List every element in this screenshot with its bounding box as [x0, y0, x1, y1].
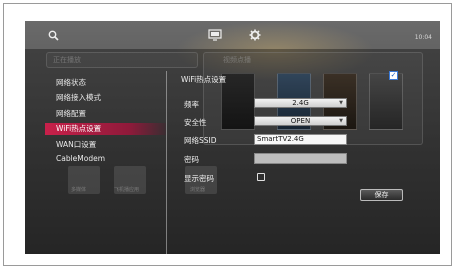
wifi-hotspot-title: WiFi热点设置 [181, 75, 227, 84]
menu-item-access-mode[interactable]: 网络接入模式 [56, 92, 101, 103]
menu-item-wifi-hotspot[interactable]: WiFi热点设置 [45, 123, 166, 135]
menu-item-network-config[interactable]: 网络配置 [56, 108, 86, 119]
screenshot-frame: 10:04 正在播放 视频点播 多媒体 飞机播应用 浏览器 网络状态 网络接入模… [3, 3, 452, 266]
save-button[interactable]: 保存 [360, 189, 403, 201]
menu-item-network-status[interactable]: 网络状态 [56, 77, 86, 88]
display-icon[interactable] [208, 29, 222, 43]
clock-time: 10:04 [414, 34, 432, 41]
password-input[interactable] [254, 153, 347, 164]
frequency-label: 频率 [184, 100, 199, 109]
frequency-select[interactable]: 2.4G ▼ [254, 98, 347, 108]
frequency-value: 2.4G [292, 99, 309, 107]
network-settings-menu: 网络状态 网络接入模式 网络配置 WiFi热点设置 WAN口设置 CableMo… [45, 73, 166, 254]
ssid-input[interactable]: SmartTV2.4G [254, 134, 347, 145]
show-password-checkbox[interactable] [257, 173, 265, 181]
gear-icon[interactable] [249, 29, 261, 43]
security-value: OPEN [290, 117, 311, 125]
search-icon[interactable] [48, 30, 59, 43]
menu-item-cable-modem[interactable]: CableModem [56, 154, 105, 163]
menu-divider [166, 71, 167, 254]
top-bar: 10:04 [25, 21, 440, 49]
ssid-label: 网络SSID [184, 136, 217, 145]
password-label: 密码 [184, 155, 199, 164]
chevron-down-icon: ▼ [339, 100, 343, 106]
menu-item-wan-settings[interactable]: WAN口设置 [56, 139, 96, 150]
tv-screen: 10:04 正在播放 视频点播 多媒体 飞机播应用 浏览器 网络状态 网络接入模… [25, 21, 440, 254]
show-password-label: 显示密码 [184, 174, 214, 183]
security-select[interactable]: OPEN ▼ [254, 116, 347, 126]
security-label: 安全性 [184, 118, 207, 127]
check-icon: ✓ [389, 71, 398, 80]
chevron-down-icon: ▼ [339, 118, 343, 124]
